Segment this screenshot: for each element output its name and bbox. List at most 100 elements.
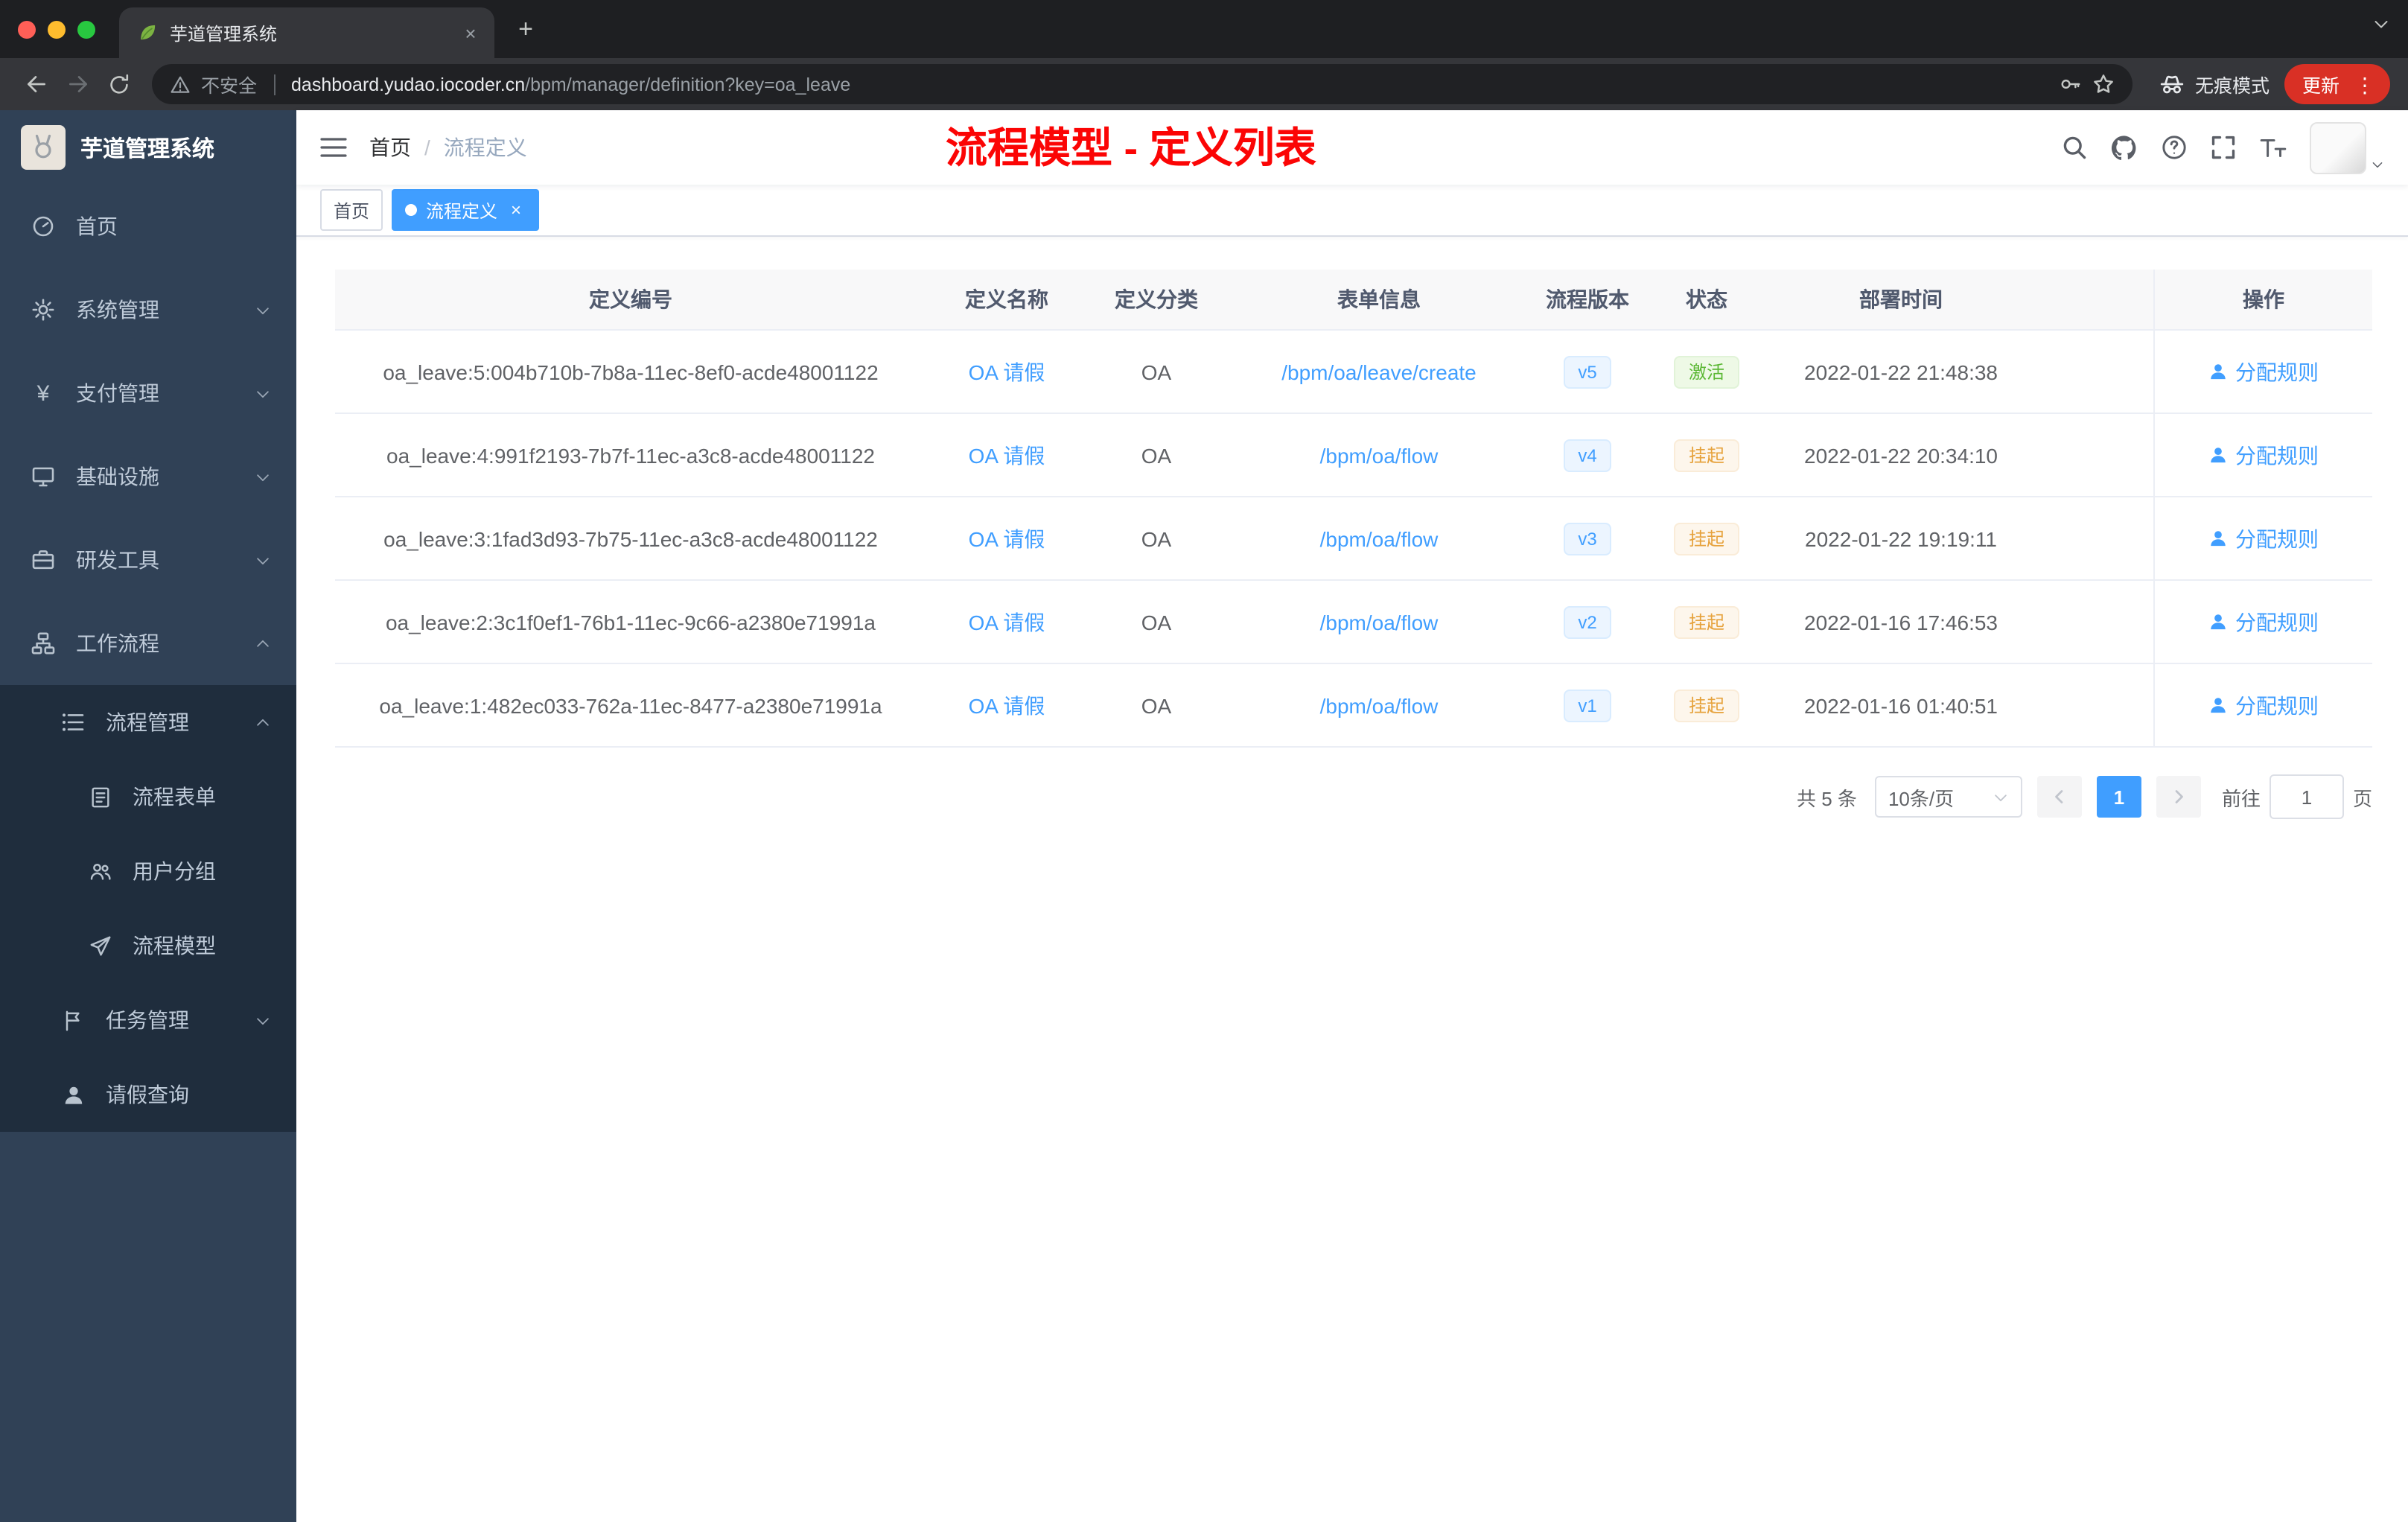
tab-strip: 芋道管理系统 × + xyxy=(0,0,2408,58)
browser-tab[interactable]: 芋道管理系统 × xyxy=(119,7,494,58)
sidebar-item-process-model[interactable]: 流程模型 xyxy=(0,908,296,983)
leaf-favicon-icon xyxy=(137,22,158,43)
user-avatar[interactable] xyxy=(2310,121,2384,173)
address-divider xyxy=(273,74,275,95)
assign-rule-button[interactable]: 分配规则 xyxy=(2208,357,2319,386)
version-tag: v2 xyxy=(1563,605,1612,638)
back-button[interactable] xyxy=(15,63,57,105)
tag-process-definition[interactable]: 流程定义 × xyxy=(392,189,540,231)
close-icon[interactable]: × xyxy=(506,200,526,220)
prev-page-button[interactable] xyxy=(2036,776,2082,818)
form-link[interactable]: /bpm/oa/flow xyxy=(1320,693,1439,717)
goto-page-input[interactable] xyxy=(2269,774,2344,819)
definition-category: OA xyxy=(1141,610,1172,634)
next-page-button[interactable] xyxy=(2156,776,2201,818)
definition-name-link[interactable]: OA 请假 xyxy=(969,440,1045,470)
form-link[interactable]: /bpm/oa/flow xyxy=(1320,443,1439,467)
definition-name-link[interactable]: OA 请假 xyxy=(969,523,1045,553)
flag-icon xyxy=(60,1009,86,1031)
page-number-button[interactable]: 1 xyxy=(2096,776,2141,818)
sidebar-item-home[interactable]: 首页 xyxy=(0,185,296,268)
table-row: oa_leave:4:991f2193-7b7f-11ec-a3c8-acde4… xyxy=(335,414,2372,497)
assign-rule-button[interactable]: 分配规则 xyxy=(2208,690,2319,720)
sidebar-header[interactable]: 芋道管理系统 xyxy=(0,110,296,185)
sidebar-item-user-group[interactable]: 用户分组 xyxy=(0,834,296,908)
tab-search-chevron-icon[interactable] xyxy=(2372,15,2390,33)
user-icon xyxy=(2211,698,2226,713)
deploy-time: 2022-01-16 17:46:53 xyxy=(1804,610,1998,634)
incognito-label: 无痕模式 xyxy=(2194,76,2270,97)
tag-label: 首页 xyxy=(334,200,370,221)
key-icon[interactable] xyxy=(2060,73,2082,95)
minimize-window-button[interactable] xyxy=(48,20,66,38)
assign-rule-button[interactable]: 分配规则 xyxy=(2208,607,2319,637)
group-icon xyxy=(86,860,113,882)
status-badge: 挂起 xyxy=(1673,522,1739,555)
sidebar-item-leave-query[interactable]: 请假查询 xyxy=(0,1057,296,1132)
fullscreen-icon[interactable] xyxy=(2210,134,2237,161)
new-tab-button[interactable]: + xyxy=(506,10,545,48)
deploy-time: 2022-01-22 19:19:11 xyxy=(1805,526,1997,550)
assign-rule-label: 分配规则 xyxy=(2235,610,2319,634)
font-size-icon[interactable] xyxy=(2259,135,2287,160)
sidebar-item-workflow[interactable]: 工作流程 xyxy=(0,602,296,685)
status-badge: 挂起 xyxy=(1673,439,1739,471)
browser-window: 芋道管理系统 × + 不安全 dashboard.yudao.iocoder.c… xyxy=(0,0,2408,1522)
form-link[interactable]: /bpm/oa/leave/create xyxy=(1281,360,1477,383)
sidebar-item-label: 工作流程 xyxy=(76,631,159,655)
assign-rule-button[interactable]: 分配规则 xyxy=(2208,523,2319,553)
sidebar-item-infra[interactable]: 基础设施 xyxy=(0,435,296,518)
sidebar-item-task-mgmt[interactable]: 任务管理 xyxy=(0,983,296,1057)
bookmark-star-icon[interactable] xyxy=(2092,73,2115,95)
search-icon[interactable] xyxy=(2061,134,2088,161)
incognito-badge: 无痕模式 xyxy=(2159,70,2270,98)
status-badge: 挂起 xyxy=(1673,689,1739,722)
tag-label: 流程定义 xyxy=(426,200,498,221)
definition-category: OA xyxy=(1141,693,1172,717)
security-label[interactable]: 不安全 xyxy=(201,70,257,98)
list-icon xyxy=(60,710,86,734)
breadcrumb-home[interactable]: 首页 xyxy=(369,133,411,162)
definition-id: oa_leave:1:482ec033-762a-11ec-8477-a2380… xyxy=(379,693,882,717)
sidebar-item-system[interactable]: 系统管理 xyxy=(0,268,296,351)
breadcrumb: 首页 / 流程定义 xyxy=(369,133,527,162)
github-icon[interactable] xyxy=(2110,133,2138,162)
close-window-button[interactable] xyxy=(18,20,36,38)
definition-name-link[interactable]: OA 请假 xyxy=(969,607,1045,637)
reload-button[interactable] xyxy=(98,63,140,105)
main-area: 首页 / 流程定义 流程模型 - 定义列表 首页 流程定义 × 定义编号 定义名… xyxy=(296,110,2408,1522)
chrome-update-button[interactable]: 更新 ⋮ xyxy=(2284,64,2390,104)
more-vert-icon[interactable]: ⋮ xyxy=(2348,74,2381,95)
sidebar-item-label: 研发工具 xyxy=(76,548,159,572)
sidebar-item-payment[interactable]: ¥ 支付管理 xyxy=(0,351,296,435)
sidebar-item-process-form[interactable]: 流程表单 xyxy=(0,760,296,834)
definition-name-link[interactable]: OA 请假 xyxy=(969,690,1045,720)
navbar-actions xyxy=(2061,121,2384,173)
sidebar-item-process-mgmt[interactable]: 流程管理 xyxy=(0,685,296,760)
url-text[interactable]: dashboard.yudao.iocoder.cn/bpm/manager/d… xyxy=(291,74,2049,95)
sidebar-item-devtools[interactable]: 研发工具 xyxy=(0,518,296,602)
warning-icon xyxy=(170,74,191,95)
hamburger-icon[interactable] xyxy=(320,136,347,159)
page-content: 定义编号 定义名称 定义分类 表单信息 流程版本 状态 部署时间 操作 oa_l… xyxy=(296,237,2408,1522)
page-size-select[interactable]: 10条/页 xyxy=(1874,776,2022,818)
form-link[interactable]: /bpm/oa/flow xyxy=(1320,526,1439,550)
definition-category: OA xyxy=(1141,360,1172,383)
definition-name-link[interactable]: OA 请假 xyxy=(969,357,1045,386)
sidebar-item-label: 基础设施 xyxy=(76,465,159,488)
user-icon xyxy=(2211,448,2226,463)
table-row: oa_leave:2:3c1f0ef1-76b1-11ec-9c66-a2380… xyxy=(335,581,2372,664)
forward-button[interactable] xyxy=(57,63,98,105)
question-icon[interactable] xyxy=(2161,134,2188,161)
annotation-overlay-text: 流程模型 - 定义列表 xyxy=(946,125,1316,171)
definition-id: oa_leave:5:004b710b-7b8a-11ec-8ef0-acde4… xyxy=(383,360,879,383)
chevron-down-icon xyxy=(2371,157,2384,171)
close-tab-icon[interactable]: × xyxy=(459,21,482,45)
maximize-window-button[interactable] xyxy=(77,20,95,38)
address-bar[interactable]: 不安全 dashboard.yudao.iocoder.cn/bpm/manag… xyxy=(152,64,2133,104)
chevron-down-icon xyxy=(255,302,271,318)
assign-rule-button[interactable]: 分配规则 xyxy=(2208,440,2319,470)
tag-home[interactable]: 首页 xyxy=(320,189,383,231)
form-link[interactable]: /bpm/oa/flow xyxy=(1320,610,1439,634)
table-row: oa_leave:3:1fad3d93-7b75-11ec-a3c8-acde4… xyxy=(335,497,2372,581)
